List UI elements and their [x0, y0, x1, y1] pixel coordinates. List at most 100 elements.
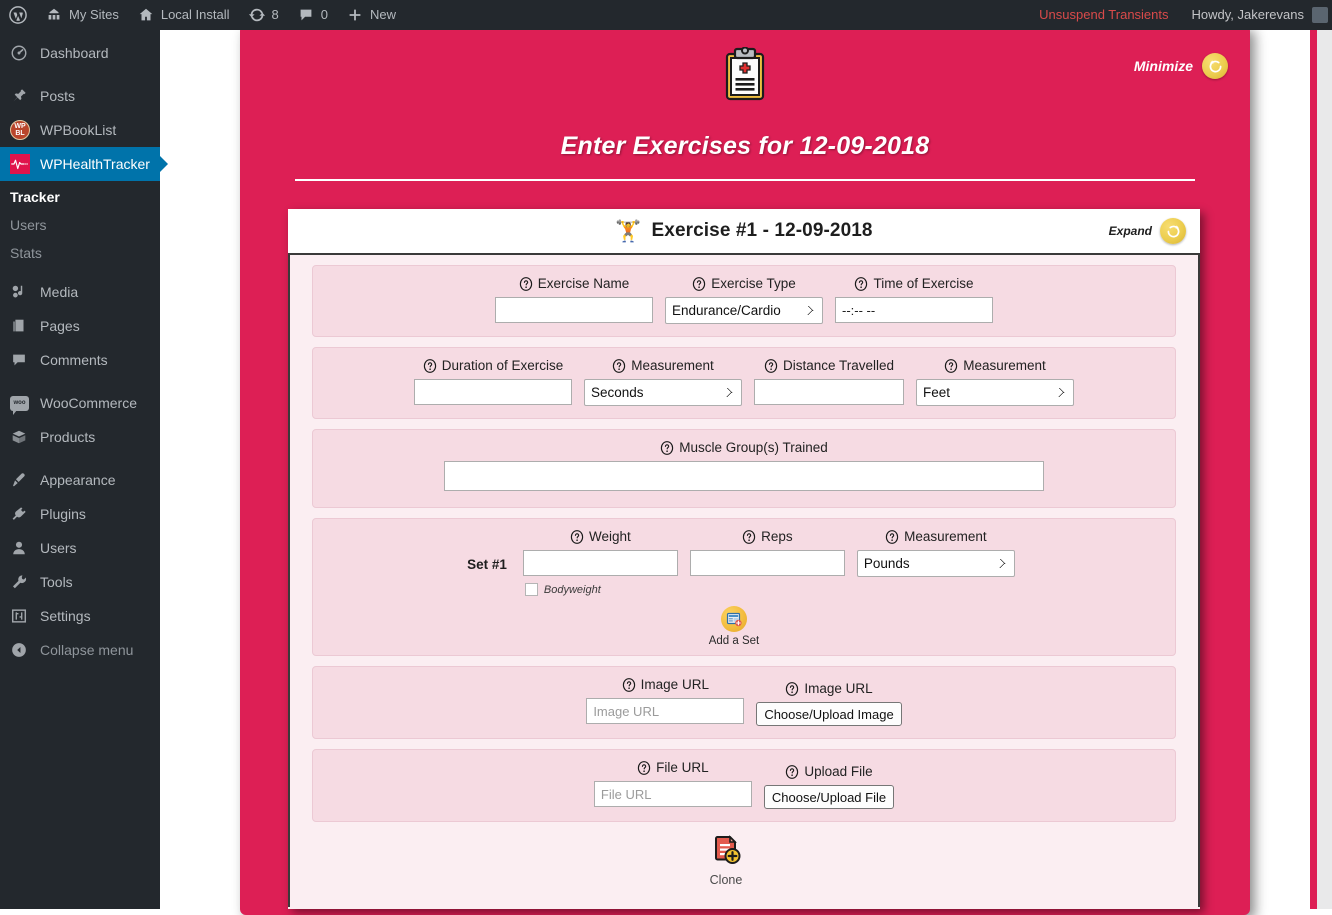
clone-button[interactable]: Clone [276, 834, 1176, 887]
sidebar-item-media[interactable]: Media [0, 275, 160, 309]
distance-measurement-select[interactable]: FeetYardsMilesMetersKilometers [916, 379, 1074, 406]
unsuspend-transients-button[interactable]: Unsuspend Transients [1030, 0, 1182, 30]
label-text-time-of-exercise: Time of Exercise [873, 276, 974, 291]
field-weight-measurement: Measurement PoundsKilograms [856, 529, 1015, 577]
help-icon[interactable] [660, 440, 674, 455]
sidebar-item-plugins[interactable]: Plugins [0, 497, 160, 531]
weight-measurement-select[interactable]: PoundsKilograms [856, 550, 1015, 577]
sidebar-label-pages: Pages [40, 318, 80, 334]
bodyweight-checkbox-wrap[interactable]: Bodyweight [523, 583, 601, 596]
add-a-set-button[interactable]: Add a Set [325, 606, 1163, 647]
minimize-control[interactable]: Minimize [1134, 53, 1228, 79]
label-time-of-exercise: Time of Exercise [854, 276, 974, 291]
sidebar-item-woocommerce[interactable]: woo WooCommerce [0, 386, 160, 420]
field-image-url: Image URL [586, 677, 745, 724]
admin-bar-label-new: New [369, 7, 396, 22]
sidebar-item-pages[interactable]: Pages [0, 309, 160, 343]
wordpress-logo-icon [9, 6, 27, 24]
users-icon [10, 538, 32, 558]
help-icon[interactable] [764, 358, 778, 373]
clone-document-icon [710, 834, 742, 871]
admin-bar-item-new[interactable]: New [337, 0, 405, 30]
sidebar-item-dashboard[interactable]: Dashboard [0, 36, 160, 70]
sidebar-item-appearance[interactable]: Appearance [0, 463, 160, 497]
duration-measurement-select[interactable]: SecondsMinutesHours [584, 379, 742, 406]
bodyweight-checkbox[interactable] [524, 583, 538, 596]
image-url-input[interactable] [586, 698, 745, 724]
label-text-reps: Reps [761, 529, 793, 544]
help-icon[interactable] [785, 764, 799, 779]
distance-input[interactable] [754, 379, 904, 405]
sidebar-label-users: Users [40, 540, 77, 556]
file-url-input[interactable] [593, 781, 752, 807]
choose-upload-image-button[interactable]: Choose/Upload Image [756, 702, 902, 726]
sidebar-item-users[interactable]: Users [0, 531, 160, 565]
help-icon[interactable] [423, 358, 437, 373]
help-icon[interactable] [637, 760, 651, 775]
field-exercise-type: Exercise Type Endurance/CardioStrengthBa… [665, 276, 823, 324]
label-text-exercise-type: Exercise Type [711, 276, 796, 291]
refresh-circle-icon[interactable] [1202, 53, 1228, 79]
sidebar-item-settings[interactable]: Settings [0, 599, 160, 633]
time-of-exercise-input[interactable] [835, 297, 993, 323]
duration-input[interactable] [414, 379, 572, 405]
label-text-distance-measurement: Measurement [963, 358, 1046, 373]
admin-bar-item-updates[interactable]: 8 [239, 0, 288, 30]
sidebar-subitem-users[interactable]: Users [0, 211, 160, 239]
choose-upload-file-button[interactable]: Choose/Upload File [763, 785, 895, 809]
sidebar-label-media: Media [40, 284, 79, 300]
help-icon[interactable] [519, 276, 533, 291]
sidebar-item-wphealthtracker[interactable]: WPHealthTracker [0, 147, 168, 181]
home-icon [137, 6, 155, 24]
help-icon[interactable] [885, 529, 899, 544]
exercise-type-select[interactable]: Endurance/CardioStrengthBalanceFlexibili… [665, 297, 823, 324]
help-icon[interactable] [785, 681, 799, 696]
help-icon[interactable] [742, 529, 756, 544]
sidebar-separator-2 [0, 377, 160, 386]
weight-input[interactable] [522, 550, 678, 576]
field-duration: Duration of Exercise [414, 358, 572, 405]
reps-input[interactable] [689, 550, 845, 576]
sidebar-item-collapse-menu[interactable]: Collapse menu [0, 633, 160, 667]
expand-control[interactable]: Expand [1109, 218, 1186, 244]
help-icon[interactable] [612, 358, 626, 373]
admin-bar-item-local-install[interactable]: Local Install [128, 0, 239, 30]
sidebar-item-tools[interactable]: Tools [0, 565, 160, 599]
sidebar-subitem-tracker[interactable]: Tracker [0, 183, 160, 211]
wordpress-logo-button[interactable] [0, 0, 36, 30]
admin-bar-label-my-sites: My Sites [69, 7, 119, 22]
refresh-circle-icon[interactable] [1160, 218, 1186, 244]
help-icon[interactable] [944, 358, 958, 373]
updates-icon [248, 6, 266, 24]
admin-bar-item-my-sites[interactable]: My Sites [36, 0, 128, 30]
sidebar-item-comments[interactable]: Comments [0, 343, 160, 377]
howdy-label: Howdy, Jakerevans [1191, 7, 1304, 22]
sidebar-item-posts[interactable]: Posts [0, 79, 160, 113]
panel-topbar: Minimize [240, 25, 1250, 130]
help-icon[interactable] [622, 677, 636, 692]
label-duration: Duration of Exercise [423, 358, 563, 373]
admin-bar-label-updates-count: 8 [271, 7, 279, 22]
help-icon[interactable] [570, 529, 584, 544]
field-reps: Reps [689, 529, 845, 576]
field-file-url: File URL [593, 760, 752, 807]
exercise-basic-row: Exercise Name Exercise Type Endurance/Ca… [312, 265, 1176, 337]
exercise-card-header: 🏋 Exercise #1 - 12-09-2018 Expand [288, 209, 1200, 255]
label-file-url: File URL [637, 760, 709, 775]
sidebar-subitem-stats[interactable]: Stats [0, 239, 160, 267]
products-icon [10, 427, 32, 447]
label-distance-measurement: Measurement [944, 358, 1046, 373]
sidebar-item-products[interactable]: Products [0, 420, 160, 454]
right-scroll-strip[interactable] [1310, 30, 1332, 909]
sidebar-label-appearance: Appearance [40, 472, 116, 488]
admin-bar-item-comments[interactable]: 0 [288, 0, 337, 30]
exercise-name-input[interactable] [495, 297, 653, 323]
sidebar-separator [0, 70, 160, 79]
account-menu[interactable]: Howdy, Jakerevans [1183, 0, 1332, 30]
sidebar-item-wpbooklist[interactable]: WP BL WPBookList [0, 113, 160, 147]
help-icon[interactable] [692, 276, 706, 291]
plus-icon [346, 6, 364, 24]
muscle-group-input[interactable] [444, 461, 1044, 491]
exercise-entry-panel: Minimize Enter Exercises for 12-09-2018 … [240, 25, 1250, 915]
help-icon[interactable] [854, 276, 868, 291]
